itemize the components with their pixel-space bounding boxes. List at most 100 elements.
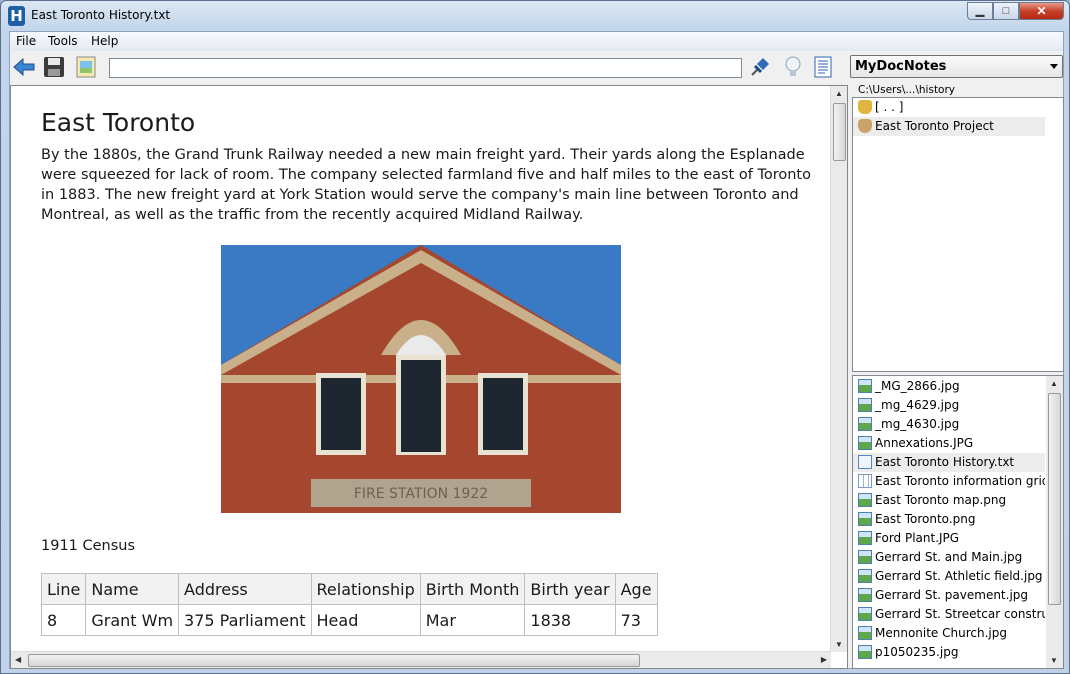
fire-station-inscription: FIRE STATION 1922 [354, 486, 488, 502]
horizontal-scroll-thumb[interactable] [28, 654, 640, 667]
image-file-icon [858, 645, 872, 659]
file-list-item-label: Gerrard St. pavement.jpg [875, 588, 1029, 602]
table-cell: 1838 [524, 604, 616, 636]
file-list-item-label: Ford Plant.JPG [875, 531, 960, 545]
scroll-right-icon[interactable]: ▶ [821, 655, 827, 664]
file-list-item[interactable]: East Toronto History.txt [853, 453, 1045, 472]
address-input[interactable] [109, 58, 742, 78]
title-bar[interactable]: H East Toronto History.txt ▁ □ ✕ [1, 1, 1069, 31]
table-cell: Mar [419, 604, 526, 636]
file-list-item[interactable]: East Toronto information grid.... [853, 472, 1045, 491]
table-cell: Grant Wm [85, 604, 180, 636]
file-list: _MG_2866.jpg _mg_4629.jpg _mg_4630.jpg Anne… [852, 375, 1064, 669]
minimize-button[interactable]: ▁ [967, 2, 993, 20]
file-list-item-label: Gerrard St. Athletic field.jpg [875, 569, 1043, 583]
folder-item-parent[interactable]: [ . . ] [853, 98, 1045, 117]
table-header: Birth Month [419, 573, 526, 605]
image-icon[interactable] [74, 55, 98, 79]
file-list-item[interactable]: Mennonite Church.jpg [853, 624, 1045, 643]
menu-file[interactable]: File [16, 34, 36, 48]
image-file-icon [858, 531, 872, 545]
file-list-item-label: Annexations.JPG [875, 436, 974, 450]
close-icon: ✕ [1036, 4, 1047, 18]
maximize-button[interactable]: □ [993, 2, 1019, 20]
image-file-icon [858, 436, 872, 450]
app-window: H East Toronto History.txt ▁ □ ✕ File To… [0, 0, 1070, 674]
image-file-icon [858, 398, 872, 412]
fire-station-image: FIRE STATION 1922 [221, 245, 621, 513]
file-list-item[interactable]: Gerrard St. and Main.jpg [853, 548, 1045, 567]
table-header: Address [178, 573, 312, 605]
table-header: Name [85, 573, 180, 605]
lightbulb-icon[interactable] [781, 55, 805, 79]
file-list-item[interactable]: East Toronto map.png [853, 491, 1045, 510]
table-header: Line [40, 573, 87, 605]
image-file-icon [858, 569, 872, 583]
table-row: 8 Grant Wm 375 Parliament Head Mar 1838 … [40, 604, 658, 636]
file-list-item[interactable]: Ford Plant.JPG [853, 529, 1045, 548]
image-file-icon [858, 512, 872, 526]
document-content: East Toronto By the 1880s, the Grand Tru… [11, 86, 831, 652]
file-list-item[interactable]: _MG_2866.jpg [853, 377, 1045, 396]
scroll-down-icon[interactable]: ▼ [1050, 656, 1058, 665]
spreadsheet-file-icon [858, 474, 872, 488]
file-items: _MG_2866.jpg _mg_4629.jpg _mg_4630.jpg Anne… [853, 376, 1063, 662]
parent-folder-icon [858, 100, 872, 114]
document-horizontal-scrollbar[interactable]: ◀ ▶ [11, 651, 831, 668]
image-file-icon [858, 493, 872, 507]
file-list-item-label: Gerrard St. and Main.jpg [875, 550, 1023, 564]
file-list-item-label: East Toronto.png [875, 512, 976, 526]
client-area: File Tools Help MyDocNotes East Toronto … [9, 31, 1064, 669]
image-file-icon [858, 379, 872, 393]
close-button[interactable]: ✕ [1019, 2, 1064, 20]
document-pane[interactable]: East Toronto By the 1880s, the Grand Tru… [10, 85, 848, 669]
census-caption: 1911 Census [41, 538, 136, 554]
table-header: Age [614, 573, 658, 605]
menu-bar: File Tools Help [10, 32, 1063, 51]
file-list-item[interactable]: Gerrard St. Streetcar constructi... [853, 605, 1045, 624]
back-arrow-icon[interactable] [12, 55, 36, 79]
notes-dropdown[interactable]: MyDocNotes [850, 55, 1063, 78]
maximize-icon: □ [1002, 5, 1010, 17]
file-list-item-label: East Toronto information grid.... [875, 474, 1045, 488]
fire-station-photo: FIRE STATION 1922 [221, 245, 621, 513]
window-controls: ▁ □ ✕ [967, 2, 1064, 20]
file-list-item[interactable]: _mg_4629.jpg [853, 396, 1045, 415]
save-icon[interactable] [42, 55, 66, 79]
text-file-icon [858, 455, 872, 469]
file-list-item[interactable]: Annexations.JPG [853, 434, 1045, 453]
table-cell: 375 Parliament [178, 604, 312, 636]
menu-help[interactable]: Help [91, 34, 118, 48]
menu-tools[interactable]: Tools [48, 34, 78, 48]
notes-icon[interactable] [811, 55, 835, 79]
pin-icon[interactable] [748, 55, 772, 79]
document-title: East Toronto [41, 108, 196, 137]
folder-item-label: East Toronto Project [875, 119, 994, 133]
vertical-scroll-thumb[interactable] [833, 103, 846, 161]
file-list-scrollbar[interactable]: ▲ ▼ [1046, 376, 1063, 668]
table-cell: 8 [40, 604, 87, 636]
document-vertical-scrollbar[interactable]: ▲ ▼ [830, 86, 847, 652]
file-list-item[interactable]: East Toronto.png [853, 510, 1045, 529]
scroll-up-icon[interactable]: ▲ [835, 89, 843, 98]
scroll-left-icon[interactable]: ◀ [15, 655, 21, 664]
table-header: Relationship [310, 573, 421, 605]
file-list-item[interactable]: Gerrard St. pavement.jpg [853, 586, 1045, 605]
file-list-item[interactable]: _mg_4630.jpg [853, 415, 1045, 434]
scroll-down-icon[interactable]: ▼ [835, 640, 843, 649]
window-title: East Toronto History.txt [31, 8, 171, 22]
table-cell: Head [310, 604, 421, 636]
file-list-item-label: Mennonite Church.jpg [875, 626, 1007, 640]
file-list-item[interactable]: Gerrard St. Athletic field.jpg [853, 567, 1045, 586]
folder-item-east-toronto-project[interactable]: East Toronto Project [853, 117, 1045, 136]
file-list-item-label: East Toronto map.png [875, 493, 1007, 507]
image-file-icon [858, 626, 872, 640]
file-list-item-label: p1050235.jpg [875, 645, 959, 659]
file-list-item-label: _MG_2866.jpg [875, 379, 960, 393]
scroll-up-icon[interactable]: ▲ [1050, 379, 1058, 388]
folder-path: C:\Users\...\history [858, 84, 956, 96]
folder-icon [858, 119, 872, 133]
notes-dropdown-label: MyDocNotes [855, 59, 947, 74]
file-list-scroll-thumb[interactable] [1048, 393, 1061, 605]
file-list-item[interactable]: p1050235.jpg [853, 643, 1045, 662]
